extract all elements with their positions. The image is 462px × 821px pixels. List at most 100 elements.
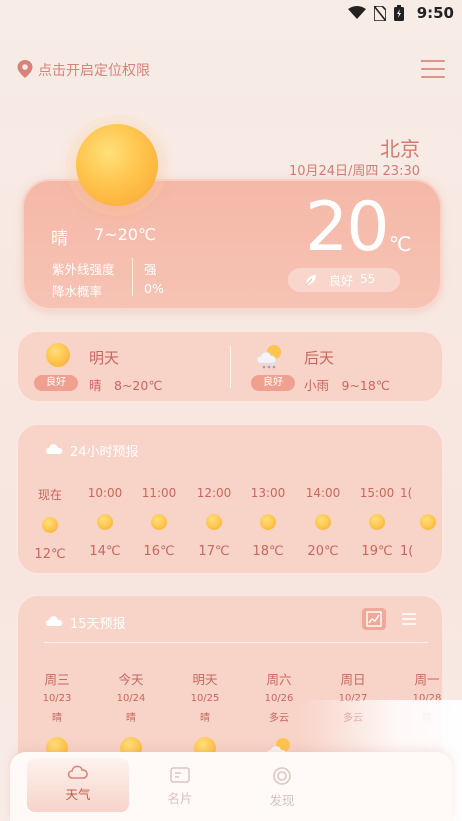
divider	[230, 346, 231, 388]
temperature-unit: ℃	[389, 232, 412, 256]
day-date: 10/25	[190, 693, 220, 704]
tomorrow-aqi-badge: 良好	[34, 375, 78, 391]
day-column: 周六 10/26 多云	[249, 669, 309, 760]
cloud-icon	[46, 616, 63, 626]
after-tomorrow-detail: 小雨 9~18℃	[304, 378, 390, 393]
hour-temp: 16℃	[143, 544, 175, 559]
list-view-icon[interactable]	[400, 611, 418, 627]
day-column: 今天 10/24 晴	[101, 669, 161, 759]
day-condition: 晴	[422, 713, 432, 724]
city-name[interactable]: 北京	[380, 133, 420, 162]
uv-value: 强	[144, 262, 157, 277]
nav-tab-card[interactable]: 名片	[140, 766, 220, 807]
hour-temp: 20℃	[307, 544, 339, 559]
sun-icon	[206, 514, 222, 530]
tomorrow-detail: 晴 8~20℃	[89, 378, 163, 393]
hour-column: 15:00 19℃	[350, 486, 404, 559]
sun-icon	[97, 514, 113, 530]
hourly-title: 24小时预报	[70, 445, 139, 460]
day-column: 周日 10/27 多云	[323, 669, 383, 724]
current-condition: 晴	[51, 229, 68, 249]
day-column: 周一 10/28 晴	[397, 669, 444, 724]
sun-icon	[76, 124, 158, 206]
status-time: 9:50	[416, 4, 454, 22]
day-name: 周日	[340, 672, 366, 687]
divider	[132, 258, 133, 296]
tomorrow-label: 明天	[89, 349, 120, 367]
hour-time: 11:00	[141, 486, 177, 500]
day-condition: 晴	[200, 713, 210, 724]
status-icons	[348, 5, 404, 21]
hour-temp: 19℃	[361, 544, 393, 559]
nav-tab-discover[interactable]: 发现	[242, 766, 322, 809]
sun-icon	[369, 514, 385, 530]
cloud-icon	[46, 444, 63, 454]
day-name: 周三	[44, 672, 70, 687]
date-time: 10月24日/周四 23:30	[288, 164, 420, 179]
hour-column: 11:00 16℃	[132, 486, 186, 559]
hour-column: 现在 12℃	[23, 486, 77, 562]
hour-column: 12:00 17℃	[187, 486, 241, 559]
nav-label: 天气	[65, 787, 91, 802]
hour-time: 14:00	[305, 486, 341, 500]
day-name: 明天	[192, 672, 218, 687]
battery-icon	[394, 5, 404, 21]
uv-label: 紫外线强度	[52, 262, 115, 277]
day-condition: 晴	[52, 713, 62, 724]
hour-time: 现在	[37, 488, 62, 502]
air-quality-label: 良好	[329, 274, 354, 288]
sun-icon	[315, 514, 331, 530]
divider	[44, 642, 428, 643]
line-chart-icon	[366, 611, 382, 627]
hour-temp: 1(	[400, 544, 414, 559]
day-column: 明天 10/25 晴	[175, 669, 235, 759]
light-rain-icon	[256, 345, 281, 369]
hour-time: 10:00	[87, 486, 123, 500]
day-name: 周一	[414, 672, 440, 687]
day-condition: 多云	[343, 713, 363, 724]
leaf-icon	[305, 275, 316, 286]
hourly-forecast-card[interactable]: 24小时预报 现在 12℃ 10:00 14℃ 11:00 16℃ 12:00 …	[16, 423, 444, 575]
day-name: 今天	[118, 672, 144, 687]
card-icon	[170, 767, 190, 783]
no-sim-icon	[374, 5, 386, 21]
location-pin-icon[interactable]	[17, 60, 33, 78]
hour-time: 1(	[400, 486, 413, 500]
sun-icon	[151, 514, 167, 530]
day-date: 10/27	[338, 693, 368, 704]
current-temperature: 20	[305, 188, 390, 267]
nav-tab-weather[interactable]: 天气	[27, 762, 129, 803]
current-temp-range: 7~20℃	[94, 225, 156, 244]
hour-time: 15:00	[359, 486, 395, 500]
menu-icon[interactable]	[420, 58, 446, 80]
sun-icon	[42, 517, 58, 533]
day-date: 10/26	[264, 693, 294, 704]
nav-label: 名片	[167, 791, 193, 806]
cloud-outline-icon	[67, 765, 88, 779]
rain-probability-value: 0%	[144, 281, 164, 296]
day-date: 10/24	[116, 693, 146, 704]
wifi-icon	[348, 6, 366, 19]
location-permission-link[interactable]: 点击开启定位权限	[38, 60, 150, 80]
rain-probability-label: 降水概率	[52, 284, 103, 299]
hour-column: 13:00 18℃	[241, 486, 295, 559]
hour-time: 12:00	[196, 486, 232, 500]
air-quality-value: 55	[360, 272, 376, 286]
day-date: 10/28	[412, 693, 442, 704]
hour-temp: 12℃	[34, 547, 66, 562]
sun-icon	[260, 514, 276, 530]
day-condition: 多云	[269, 713, 289, 724]
day-date: 10/23	[42, 693, 72, 704]
chart-view-button[interactable]	[362, 608, 386, 630]
day-column: 周三 10/23 晴	[27, 669, 87, 759]
day-name: 周六	[266, 672, 292, 687]
discover-icon	[273, 767, 291, 785]
after-tomorrow-aqi-badge: 良好	[251, 375, 295, 391]
hour-temp: 17℃	[198, 544, 230, 559]
hour-column: 14:00 20℃	[296, 486, 350, 559]
sun-icon	[420, 514, 436, 530]
hour-temp: 14℃	[89, 544, 121, 559]
hour-temp: 18℃	[252, 544, 284, 559]
day-condition: 晴	[126, 713, 136, 724]
after-tomorrow-label: 后天	[304, 349, 335, 367]
